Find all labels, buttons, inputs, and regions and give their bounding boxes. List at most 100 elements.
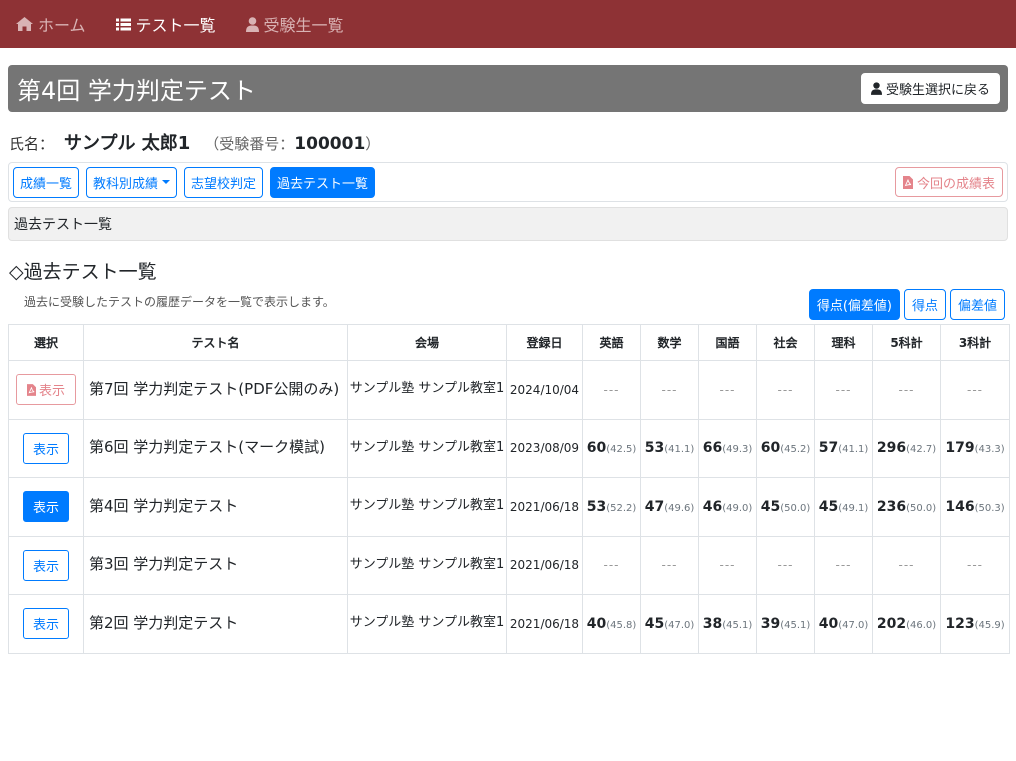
score: 46 bbox=[702, 498, 723, 515]
score: 47 bbox=[644, 498, 665, 515]
deviation: (52.2) bbox=[606, 502, 637, 514]
table-row: 表示 第7回 学力判定テスト(PDF公開のみ) サンプル塾 サンプル教室1 20… bbox=[8, 360, 1010, 420]
no-data: --- bbox=[719, 558, 736, 573]
exam-number-close: ） bbox=[365, 135, 381, 153]
student-name-label: 氏名： bbox=[9, 135, 55, 153]
score: 45 bbox=[818, 498, 839, 515]
mode-score-button[interactable]: 得点 bbox=[903, 289, 946, 320]
score-5-total: 296(42.7) bbox=[872, 418, 941, 478]
tab-by-subject-label: 教科別成績 bbox=[93, 176, 159, 192]
section-title: ◇過去テスト一覧 bbox=[9, 261, 157, 283]
select-cell: 表示 bbox=[8, 360, 84, 420]
breadcrumb: 過去テスト一覧 bbox=[8, 207, 1008, 241]
back-button-label: 受験生選択に戻る bbox=[885, 83, 990, 98]
exam-number-label: （受験番号： bbox=[204, 135, 295, 153]
col-3-total: 3科計 bbox=[940, 324, 1010, 361]
score-english: 40(45.8) bbox=[582, 594, 641, 654]
show-button[interactable]: 表示 bbox=[23, 432, 69, 464]
test-name: 第3回 学力判定テスト bbox=[83, 535, 348, 595]
score: 123 bbox=[945, 615, 975, 632]
past-tests-table: 選択 テスト名 会場 登録日 英語 数学 国語 社会 理科 5科計 3科計 表示… bbox=[8, 324, 1010, 654]
deviation: (47.0) bbox=[838, 619, 869, 631]
tab-past-tests[interactable]: 過去テスト一覧 bbox=[270, 166, 376, 198]
table-row: 表示 第2回 学力判定テスト サンプル塾 サンプル教室1 2021/06/18 … bbox=[8, 594, 1010, 654]
table-row: 表示 第3回 学力判定テスト サンプル塾 サンプル教室1 2021/06/18 … bbox=[8, 535, 1010, 595]
score-math: --- bbox=[640, 535, 699, 595]
score-social: 45(50.0) bbox=[756, 477, 815, 537]
score-5-total: --- bbox=[872, 535, 941, 595]
result-tabs: 成績一覧 教科別成績 志望校判定 過去テスト一覧 今回の成績表 bbox=[8, 162, 1008, 202]
score: 60 bbox=[760, 440, 781, 457]
tab-school-judgement[interactable]: 志望校判定 bbox=[184, 166, 264, 198]
date: 2021/06/18 bbox=[506, 477, 583, 537]
no-data: --- bbox=[835, 382, 852, 397]
score-math: 47(49.6) bbox=[640, 477, 699, 537]
score-japanese: --- bbox=[698, 535, 757, 595]
score-3-total: 146(50.3) bbox=[940, 477, 1010, 537]
deviation: (46.0) bbox=[906, 619, 937, 631]
score: 57 bbox=[818, 440, 839, 457]
mode-deviation-button[interactable]: 偏差値 bbox=[949, 289, 1005, 320]
score: 38 bbox=[702, 615, 723, 632]
deviation: (42.5) bbox=[606, 444, 637, 456]
no-data: --- bbox=[661, 558, 678, 573]
no-data: --- bbox=[835, 558, 852, 573]
score: 53 bbox=[644, 440, 665, 457]
venue: サンプル塾 サンプル教室1 bbox=[347, 360, 507, 420]
score-math: --- bbox=[640, 360, 699, 420]
col-date: 登録日 bbox=[506, 324, 583, 361]
current-report-pdf-button[interactable]: 今回の成績表 bbox=[894, 167, 1003, 197]
deviation: (49.0) bbox=[722, 502, 753, 514]
no-data: --- bbox=[661, 382, 678, 397]
show-pdf-button[interactable]: 表示 bbox=[16, 374, 76, 406]
venue: サンプル塾 サンプル教室1 bbox=[347, 418, 507, 478]
deviation: (42.7) bbox=[906, 444, 937, 456]
score: 40 bbox=[818, 615, 839, 632]
col-math: 数学 bbox=[640, 324, 699, 361]
deviation: (41.1) bbox=[838, 444, 869, 456]
score: 45 bbox=[760, 498, 781, 515]
score-japanese: --- bbox=[698, 360, 757, 420]
score-3-total: --- bbox=[940, 535, 1010, 595]
deviation: (45.8) bbox=[606, 619, 637, 631]
col-test-name: テスト名 bbox=[83, 324, 348, 361]
score-japanese: 66(49.3) bbox=[698, 418, 757, 478]
nav-students[interactable]: 受験生一覧 bbox=[245, 12, 344, 36]
score: 296 bbox=[876, 440, 907, 457]
score-english: 53(52.2) bbox=[582, 477, 641, 537]
tab-results[interactable]: 成績一覧 bbox=[13, 166, 80, 198]
test-name: 第4回 学力判定テスト bbox=[83, 477, 348, 537]
list-icon bbox=[115, 18, 131, 30]
deviation: (45.9) bbox=[974, 619, 1005, 631]
score-english: 60(42.5) bbox=[582, 418, 641, 478]
score-5-total: 236(50.0) bbox=[872, 477, 941, 537]
mode-score-deviation-button[interactable]: 得点(偏差値) bbox=[808, 289, 900, 320]
no-data: --- bbox=[603, 558, 620, 573]
venue: サンプル塾 サンプル教室1 bbox=[347, 594, 507, 654]
deviation: (50.3) bbox=[974, 502, 1005, 514]
score: 236 bbox=[876, 498, 907, 515]
deviation: (49.1) bbox=[838, 502, 869, 514]
deviation: (50.0) bbox=[906, 502, 937, 514]
deviation: (50.0) bbox=[780, 502, 811, 514]
page-title: 第4回 学力判定テスト bbox=[17, 77, 256, 105]
test-name: 第7回 学力判定テスト(PDF公開のみ) bbox=[83, 360, 348, 420]
score: 179 bbox=[945, 440, 975, 457]
venue: サンプル塾 サンプル教室1 bbox=[347, 477, 507, 537]
score: 66 bbox=[702, 440, 723, 457]
show-button-selected[interactable]: 表示 bbox=[23, 491, 69, 523]
date: 2021/06/18 bbox=[506, 594, 583, 654]
show-button[interactable]: 表示 bbox=[23, 549, 69, 581]
nav-tests[interactable]: テスト一覧 bbox=[115, 12, 216, 36]
show-button[interactable]: 表示 bbox=[23, 608, 69, 640]
col-social: 社会 bbox=[756, 324, 815, 361]
score-english: --- bbox=[582, 360, 641, 420]
nav-home[interactable]: ホーム bbox=[16, 12, 86, 36]
score-social: --- bbox=[756, 360, 815, 420]
tab-by-subject[interactable]: 教科別成績 bbox=[86, 166, 178, 198]
page-header: 第4回 学力判定テスト 受験生選択に戻る bbox=[8, 65, 1008, 112]
back-to-student-select-button[interactable]: 受験生選択に戻る bbox=[860, 73, 1000, 104]
score-social: --- bbox=[756, 535, 815, 595]
col-venue: 会場 bbox=[347, 324, 507, 361]
score-3-total: 123(45.9) bbox=[940, 594, 1010, 654]
